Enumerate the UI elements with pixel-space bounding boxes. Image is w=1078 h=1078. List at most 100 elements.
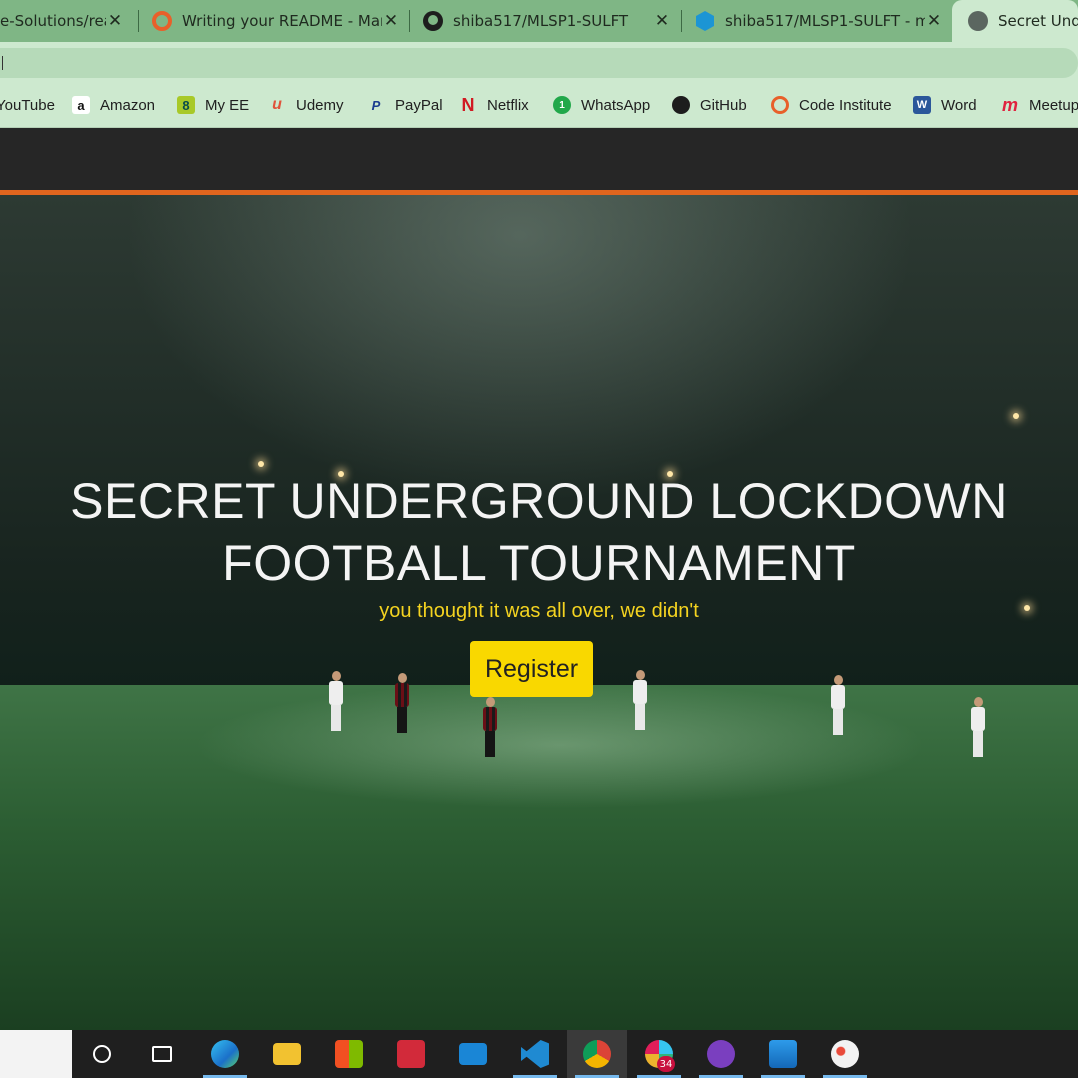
- bookmark-whatsapp[interactable]: 1 WhatsApp: [553, 82, 650, 128]
- tab-separator: [681, 10, 682, 32]
- task-view-icon: [152, 1046, 172, 1062]
- gift-icon: [397, 1040, 425, 1068]
- paypal-icon: P: [371, 97, 381, 113]
- player-figure: [970, 697, 986, 757]
- bookmark-label: Code Institute: [799, 96, 892, 114]
- bookmarks-bar: YouTube a Amazon 8 My EE u Udemy P PayPa…: [0, 82, 1078, 128]
- bookmark-label: Word: [941, 96, 977, 114]
- tab-title: e-Solutions/read: [0, 12, 106, 30]
- tab-readme-solutions[interactable]: e-Solutions/read ✕: [0, 0, 130, 42]
- globe-icon: [968, 11, 988, 31]
- tab-title: Writing your README - Mark: [182, 12, 382, 30]
- task-view-button[interactable]: [132, 1030, 192, 1078]
- gift-button[interactable]: [381, 1030, 441, 1078]
- bookmark-github[interactable]: GitHub: [672, 82, 747, 128]
- file-explorer-button[interactable]: [257, 1030, 317, 1078]
- hero-section: SECRET UNDERGROUND LOCKDOWN FOOTBALL TOU…: [0, 195, 1078, 1030]
- player-figure: [632, 670, 648, 730]
- address-bar: [0, 42, 1078, 82]
- github-icon: [423, 11, 443, 31]
- bookmark-label: My EE: [205, 96, 250, 114]
- player-figure: [394, 673, 410, 733]
- edge-icon: [211, 1040, 239, 1068]
- file-explorer-icon: [273, 1043, 301, 1065]
- bookmark-label: PayPal: [395, 96, 443, 114]
- github-desktop-icon: [707, 1040, 735, 1068]
- hero-title-line1: SECRET UNDERGROUND LOCKDOWN: [70, 473, 1008, 529]
- player-figure: [830, 675, 846, 735]
- cortana-button[interactable]: [72, 1030, 132, 1078]
- player-figure: [482, 697, 498, 757]
- bookmark-meetup[interactable]: m Meetup: [1001, 82, 1078, 128]
- slack-button[interactable]: 34: [629, 1030, 689, 1078]
- floodlight: [258, 461, 264, 467]
- microsoft-store-icon: [335, 1040, 363, 1068]
- word-icon: W: [913, 96, 931, 114]
- paint-button[interactable]: [815, 1030, 875, 1078]
- bookmark-youtube[interactable]: YouTube: [0, 82, 55, 128]
- github-desktop-button[interactable]: [691, 1030, 751, 1078]
- bookmark-amazon[interactable]: a Amazon: [72, 82, 155, 128]
- tab-separator: [138, 10, 139, 32]
- bookmark-word[interactable]: W Word: [913, 82, 977, 128]
- mail-icon: [459, 1043, 487, 1065]
- tab-title: shiba517/MLSP1-SULFT: [453, 12, 629, 30]
- cortana-icon: [93, 1045, 111, 1063]
- bookmark-label: YouTube: [0, 96, 55, 114]
- vscode-button[interactable]: [505, 1030, 565, 1078]
- chrome-button[interactable]: [567, 1030, 627, 1078]
- bookmark-label: Udemy: [296, 96, 344, 114]
- register-button[interactable]: Register: [470, 641, 593, 697]
- close-icon[interactable]: ✕: [382, 11, 400, 31]
- udemy-icon: u: [272, 96, 282, 113]
- floodlight: [1013, 413, 1019, 419]
- microsoft-store-button[interactable]: [319, 1030, 379, 1078]
- code-institute-icon: [152, 11, 172, 31]
- photos-icon: [769, 1040, 797, 1068]
- tab-writing-readme[interactable]: Writing your README - Mark ✕: [152, 0, 400, 42]
- hero-background-pitch: [0, 685, 1078, 1030]
- bookmark-label: WhatsApp: [581, 96, 651, 114]
- text-caret: [2, 56, 3, 70]
- github-icon: [672, 96, 690, 114]
- mail-button[interactable]: [443, 1030, 503, 1078]
- bookmark-label: Amazon: [100, 96, 156, 114]
- close-icon[interactable]: ✕: [925, 11, 943, 31]
- hero-title-line2: FOOTBALL TOURNAMENT: [222, 535, 856, 591]
- amazon-icon: a: [72, 96, 90, 114]
- hero-subtitle: you thought it was all over, we didn't: [379, 600, 699, 622]
- gitpod-icon: [696, 11, 714, 31]
- windows-taskbar: 34: [0, 1030, 1078, 1078]
- close-icon[interactable]: ✕: [106, 11, 124, 31]
- bookmark-label: GitHub: [700, 96, 747, 114]
- code-institute-icon: [771, 96, 789, 114]
- edge-button[interactable]: [195, 1030, 255, 1078]
- vscode-icon: [521, 1040, 549, 1068]
- bookmark-udemy[interactable]: u Udemy: [268, 82, 344, 128]
- hero-title: SECRET UNDERGROUND LOCKDOWN FOOTBALL TOU…: [40, 470, 1038, 594]
- notification-badge: 34: [657, 1056, 675, 1072]
- bookmark-label: Netflix: [487, 96, 529, 114]
- player-figure: [328, 671, 344, 731]
- tab-secret-underground[interactable]: Secret Under: [952, 0, 1078, 42]
- site-navbar: [0, 128, 1078, 190]
- bookmark-my-ee[interactable]: 8 My EE: [177, 82, 249, 128]
- bookmark-paypal[interactable]: P PayPal: [367, 82, 443, 128]
- taskbar-search-box[interactable]: [0, 1030, 72, 1078]
- photos-button[interactable]: [753, 1030, 813, 1078]
- tab-title: shiba517/MLSP1-SULFT - ma: [725, 12, 925, 30]
- close-icon[interactable]: ✕: [653, 11, 671, 31]
- netflix-icon: N: [461, 94, 475, 115]
- tab-strip: e-Solutions/read ✕ Writing your README -…: [0, 0, 1078, 42]
- tab-separator: [409, 10, 410, 32]
- tab-gitpod-workspace[interactable]: shiba517/MLSP1-SULFT - ma ✕: [695, 0, 943, 42]
- meetup-icon: m: [1001, 94, 1018, 115]
- tab-github-repo[interactable]: shiba517/MLSP1-SULFT ✕: [423, 0, 671, 42]
- url-input[interactable]: [0, 48, 1078, 78]
- bookmark-label: Meetup: [1029, 96, 1078, 114]
- bookmark-code-institute[interactable]: Code Institute: [771, 82, 892, 128]
- paint-icon: [831, 1040, 859, 1068]
- whatsapp-icon: 1: [553, 96, 571, 114]
- chrome-icon: [583, 1040, 611, 1068]
- bookmark-netflix[interactable]: N Netflix: [459, 82, 529, 128]
